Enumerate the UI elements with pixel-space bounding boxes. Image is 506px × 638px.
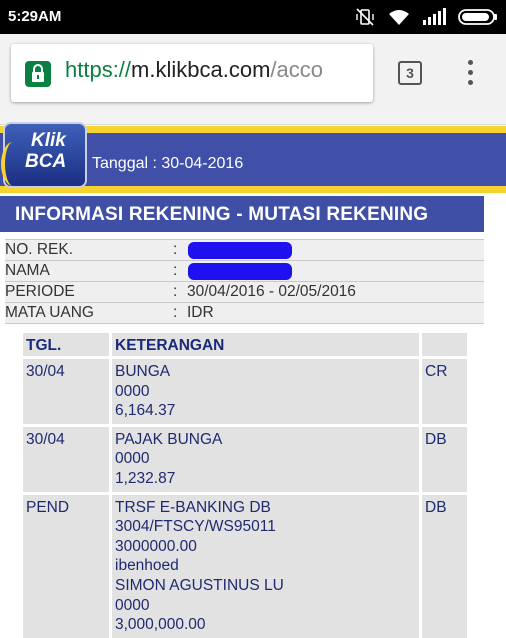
logo-swoosh — [1, 142, 25, 186]
url-path: /acco — [270, 57, 323, 82]
info-row-currency: MATA UANG : IDR — [5, 303, 484, 324]
status-time: 5:29AM — [8, 8, 62, 25]
cell-date: 30/04 — [23, 426, 109, 492]
info-row-account-number: NO. REK. : — [5, 239, 484, 261]
account-info: NO. REK. : NAMA : PERIODE : 30/04/2016 -… — [5, 239, 484, 324]
transactions-table: TGL. KETERANGAN 30/04 BUNGA 0000 6,164.3… — [23, 333, 467, 638]
redacted-account-number — [188, 242, 292, 259]
cell-description: PAJAK BUNGA 0000 1,232.87 — [112, 426, 419, 492]
logo-klik-text: Klik — [31, 130, 66, 151]
page-title: INFORMASI REKENING - MUTASI REKENING — [15, 204, 429, 225]
cell-type: DB — [422, 426, 467, 492]
page-title-bar: INFORMASI REKENING - MUTASI REKENING — [0, 196, 484, 232]
table-header-row: TGL. KETERANGAN — [23, 333, 467, 356]
cell-description: TRSF E-BANKING DB 3004/FTSCY/WS95011 300… — [112, 494, 419, 638]
status-bar: 5:29AM — [0, 0, 506, 34]
url-host: m.klikbca.com — [131, 57, 271, 82]
logo-bca-text: BCA — [25, 151, 67, 172]
vibrate-off-icon — [356, 8, 374, 26]
info-label: NO. REK. — [5, 241, 74, 258]
redacted-name — [188, 263, 292, 280]
header-accent-bottom — [0, 186, 506, 193]
info-row-period: PERIODE : 30/04/2016 - 02/05/2016 — [5, 282, 484, 303]
table-row: PEND TRSF E-BANKING DB 3004/FTSCY/WS9501… — [23, 494, 467, 638]
info-value-period: 30/04/2016 - 02/05/2016 — [187, 283, 356, 300]
column-header-date: TGL. — [23, 333, 109, 356]
status-icons — [354, 8, 498, 26]
cell-date: 30/04 — [23, 359, 109, 424]
wifi-icon — [389, 10, 409, 25]
cell-type: DB — [422, 494, 467, 638]
address-bar[interactable]: https://m.klikbca.com/acco — [11, 44, 373, 102]
column-header-type — [422, 333, 467, 356]
header-date: Tanggal : 30-04-2016 — [92, 155, 244, 172]
info-value-currency: IDR — [187, 304, 214, 321]
cell-type: CR — [422, 359, 467, 424]
table-row: 30/04 BUNGA 0000 6,164.37 CR — [23, 359, 467, 424]
column-header-description: KETERANGAN — [112, 333, 419, 356]
tab-switcher-button[interactable]: 3 — [398, 61, 422, 85]
cell-description: BUNGA 0000 6,164.37 — [112, 359, 419, 424]
klikbca-logo: Klik BCA — [1, 124, 85, 186]
url-text[interactable]: https://m.klikbca.com/acco — [65, 57, 323, 83]
overflow-menu-icon[interactable] — [465, 60, 475, 88]
signal-icon — [423, 8, 446, 25]
battery-icon — [458, 9, 497, 25]
browser-toolbar: https://m.klikbca.com/acco 3 — [0, 34, 506, 114]
url-scheme: https:// — [65, 57, 132, 82]
info-label: NAMA — [5, 262, 50, 279]
info-label: PERIODE — [5, 283, 75, 300]
info-row-name: NAMA : — [5, 261, 484, 282]
table-row: 30/04 PAJAK BUNGA 0000 1,232.87 DB — [23, 426, 467, 492]
cell-date: PEND — [23, 494, 109, 638]
info-label: MATA UANG — [5, 304, 94, 321]
lock-icon[interactable] — [25, 61, 51, 87]
